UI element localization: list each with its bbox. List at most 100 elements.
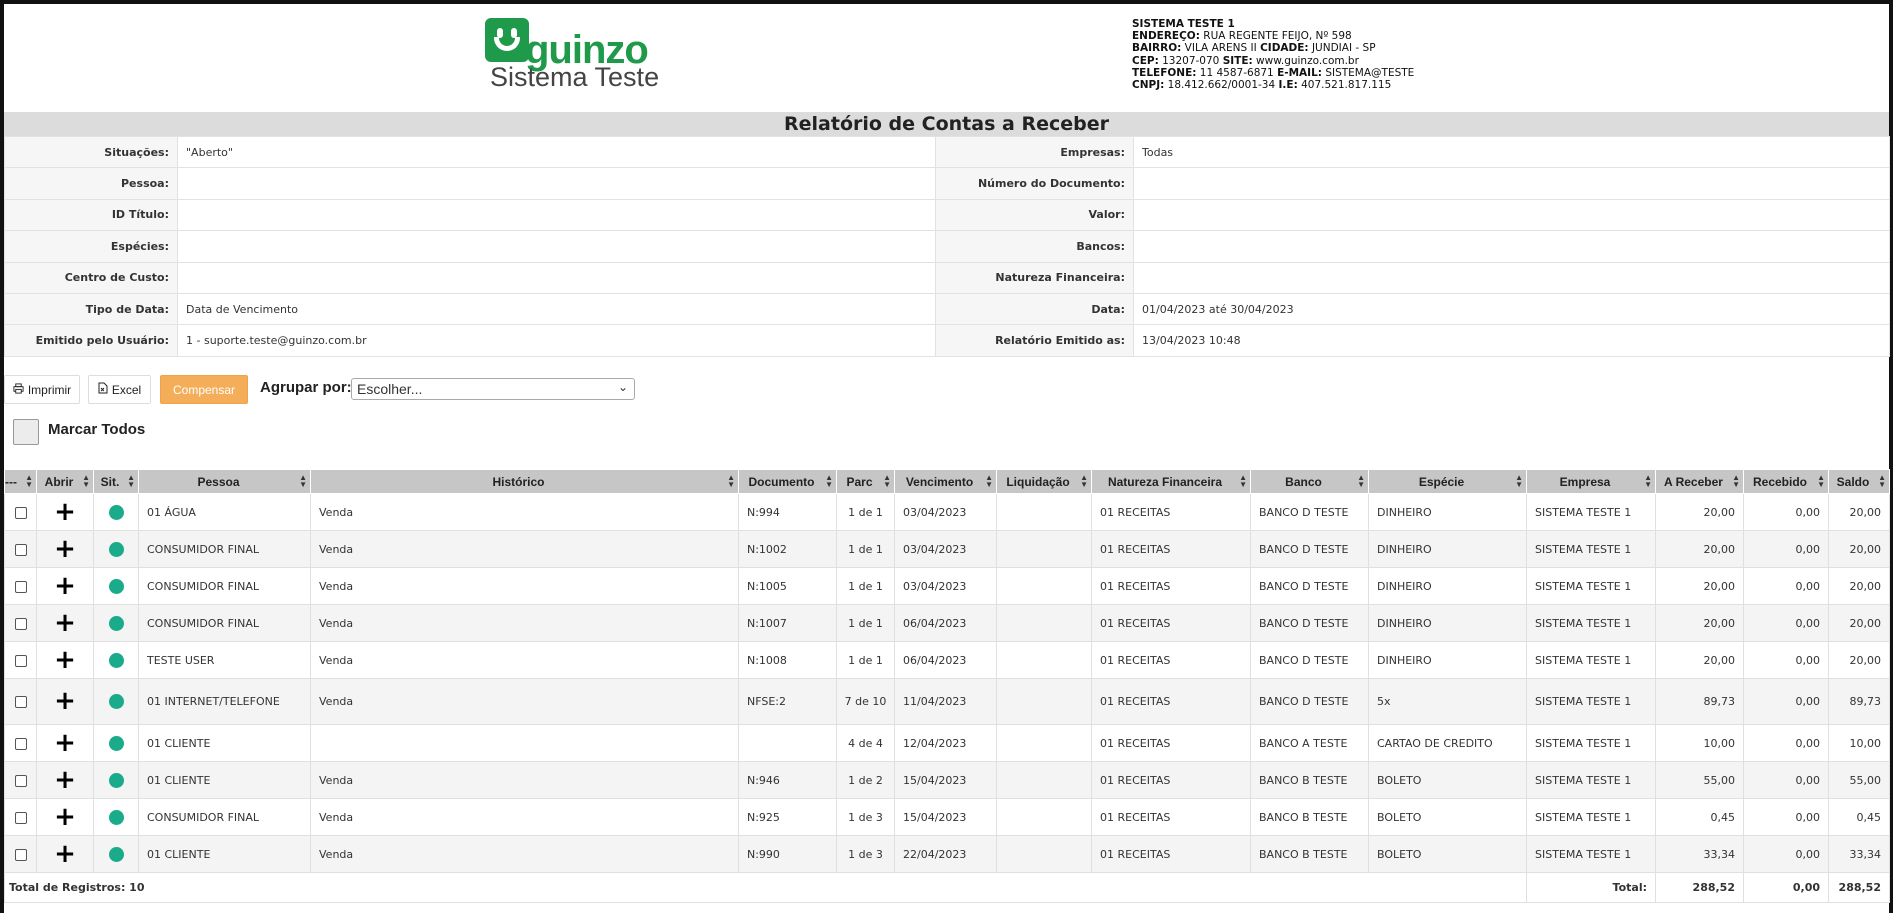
filter-label: Relatório Emitido as: [935, 324, 1134, 357]
column-header[interactable]: Espécie ▲ ▼ [1368, 469, 1527, 494]
row-select-cell [4, 835, 37, 873]
sort-icon: ▲ ▼ [1644, 473, 1652, 489]
cell-historico: Venda [310, 835, 739, 873]
column-header[interactable]: Saldo ▲ ▼ [1828, 469, 1890, 494]
column-header-label: Documento [748, 474, 815, 489]
column-header[interactable]: Empresa ▲ ▼ [1526, 469, 1656, 494]
cell-empresa: SISTEMA TESTE 1 [1526, 493, 1656, 531]
plus-icon[interactable]: + [54, 728, 76, 758]
plus-icon[interactable]: + [54, 645, 76, 675]
print-button[interactable]: Imprimir [4, 375, 80, 404]
cell-pessoa: TESTE USER [138, 641, 311, 679]
column-header[interactable]: Banco ▲ ▼ [1250, 469, 1369, 494]
column-header-label: Parc [846, 474, 873, 489]
plus-icon[interactable]: + [54, 802, 76, 832]
column-header[interactable]: Pessoa ▲ ▼ [138, 469, 311, 494]
filter-label: Natureza Financeira: [935, 261, 1134, 294]
plus-icon[interactable]: + [54, 534, 76, 564]
table-row: +01 INTERNET/TELEFONE Venda NFSE:2 7 de 10 1… [4, 678, 1890, 725]
filter-label: Número do Documento: [935, 167, 1134, 200]
column-header[interactable]: --- ▲ ▼ [4, 469, 37, 494]
cell-banco: BANCO D TESTE [1250, 678, 1369, 725]
filter-value [177, 198, 936, 232]
cell-liquidacao [996, 835, 1092, 873]
plus-icon[interactable]: + [54, 839, 76, 869]
company-info-line: BAIRRO: VILA ARENS II CIDADE: JUNDIAI - … [1132, 42, 1376, 55]
status-cell [93, 724, 139, 762]
open-cell: + [36, 530, 94, 568]
sort-icon: ▲ ▼ [1515, 473, 1523, 489]
status-cell [93, 678, 139, 725]
column-header-label: A Receber [1664, 474, 1723, 489]
cell-natureza: 01 RECEITAS [1091, 678, 1251, 725]
sort-icon: ▲ ▼ [25, 473, 33, 489]
cell-recebido: 0,00 [1743, 530, 1829, 568]
column-header[interactable]: Natureza Financeira ▲ ▼ [1091, 469, 1251, 494]
cell-saldo: 0,45 [1828, 798, 1890, 836]
row-checkbox[interactable] [14, 696, 27, 708]
cell-empresa: SISTEMA TESTE 1 [1526, 835, 1656, 873]
column-header[interactable]: Liquidação ▲ ▼ [996, 469, 1092, 494]
plus-icon[interactable]: + [54, 497, 76, 527]
cell-recebido: 0,00 [1743, 493, 1829, 531]
column-header[interactable]: Sit. ▲ ▼ [93, 469, 139, 494]
filter-label: Bancos: [935, 230, 1134, 263]
cell-historico: Venda [310, 567, 739, 605]
open-cell: + [36, 798, 94, 836]
mark-all-checkbox[interactable] [13, 419, 39, 445]
row-checkbox[interactable] [14, 580, 27, 593]
column-header[interactable]: Parc ▲ ▼ [836, 469, 895, 494]
excel-button[interactable]: Excel [88, 375, 151, 404]
column-header-label: Espécie [1418, 474, 1465, 489]
row-checkbox[interactable] [14, 654, 27, 667]
row-checkbox[interactable] [14, 506, 27, 519]
column-header[interactable]: Recebido ▲ ▼ [1743, 469, 1829, 494]
cell-parcela: 7 de 10 [836, 678, 895, 725]
plus-icon[interactable]: + [54, 571, 76, 601]
column-header-label: Empresa [1559, 474, 1611, 489]
cell-especie: DINHEIRO [1368, 493, 1527, 531]
group-by-select[interactable]: Escolher... ⌄ [351, 378, 635, 400]
cell-a-receber: 20,00 [1655, 493, 1744, 531]
cell-saldo: 20,00 [1828, 604, 1890, 642]
cell-recebido: 0,00 [1743, 835, 1829, 873]
filter-value [177, 167, 936, 200]
sort-icon: ▲ ▼ [985, 473, 993, 489]
column-header[interactable]: Vencimento ▲ ▼ [894, 469, 997, 494]
status-cell [93, 604, 139, 642]
column-header[interactable]: A Receber ▲ ▼ [1655, 469, 1744, 494]
status-dot-icon [108, 735, 124, 751]
filter-label: Pessoa: [4, 167, 178, 200]
plus-icon[interactable]: + [54, 686, 76, 716]
column-header[interactable]: Documento ▲ ▼ [738, 469, 837, 494]
row-checkbox[interactable] [14, 617, 27, 630]
cell-parcela: 1 de 1 [836, 604, 895, 642]
filter-value: 1 - suporte.teste@guinzo.com.br [177, 324, 936, 357]
row-checkbox[interactable] [14, 811, 27, 824]
cell-liquidacao [996, 724, 1092, 762]
compensate-button[interactable]: Compensar [160, 375, 248, 404]
cell-saldo: 20,00 [1828, 493, 1890, 531]
cell-recebido: 0,00 [1743, 678, 1829, 725]
column-header[interactable]: Abrir ▲ ▼ [36, 469, 94, 494]
plus-icon[interactable]: + [54, 608, 76, 638]
filter-row: Espécies: Bancos: [4, 230, 1890, 263]
row-checkbox[interactable] [14, 774, 27, 787]
filter-label: Data: [935, 292, 1134, 326]
cell-a-receber: 10,00 [1655, 724, 1744, 762]
cell-parcela: 1 de 3 [836, 835, 895, 873]
plus-icon[interactable]: + [54, 765, 76, 795]
row-checkbox[interactable] [14, 848, 27, 861]
cell-natureza: 01 RECEITAS [1091, 567, 1251, 605]
cell-empresa: SISTEMA TESTE 1 [1526, 567, 1656, 605]
row-checkbox[interactable] [14, 543, 27, 556]
cell-parcela: 1 de 1 [836, 567, 895, 605]
row-checkbox[interactable] [14, 737, 27, 750]
company-info-line: CEP: 13207-070 SITE: www.guinzo.com.br [1132, 54, 1359, 67]
column-header[interactable]: Histórico ▲ ▼ [310, 469, 739, 494]
open-cell: + [36, 567, 94, 605]
status-dot-icon [108, 578, 124, 594]
table-row: +01 ÁGUA Venda N:994 1 de 1 03/04/2023 01 REC… [4, 493, 1890, 531]
cell-saldo: 20,00 [1828, 641, 1890, 679]
cell-pessoa: CONSUMIDOR FINAL [138, 530, 311, 568]
